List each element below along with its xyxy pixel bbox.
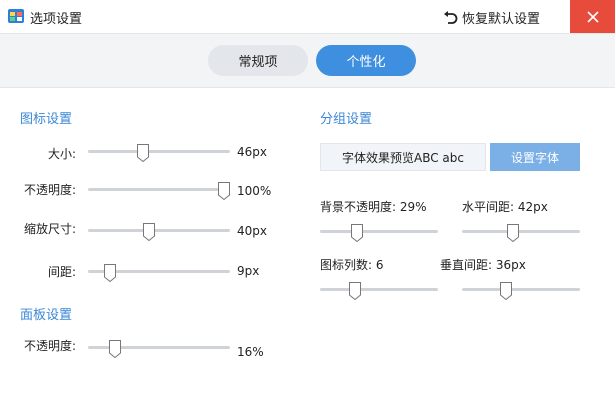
slider-thumb[interactable] (108, 340, 121, 358)
scale-label: 缩放尺寸: (24, 222, 77, 236)
slider-thumb[interactable] (218, 182, 230, 200)
font-preview: 字体效果预览ABC abc (320, 143, 486, 171)
title-bar: 选项设置 恢复默认设置 (0, 0, 615, 33)
opacity-slider[interactable] (88, 182, 230, 200)
restore-defaults-button[interactable]: 恢复默认设置 (443, 8, 540, 27)
slider-thumb[interactable] (137, 144, 150, 162)
slider-thumb[interactable] (506, 224, 519, 242)
spacing-value: 9px (237, 264, 260, 278)
close-button[interactable] (570, 0, 615, 33)
window-title: 选项设置 (30, 12, 83, 27)
v-spacing-label: 垂直间距: 36px (440, 258, 526, 272)
bg-opacity-label: 背景不透明度: 29% (320, 200, 427, 214)
tab-general[interactable]: 常规项 (208, 45, 308, 76)
tab-personalize[interactable]: 个性化 (316, 45, 416, 76)
panel-settings-title: 面板设置 (20, 308, 73, 323)
bg-opacity-slider[interactable] (320, 224, 438, 242)
tab-bar: 常规项 个性化 (0, 33, 615, 88)
spacing-slider[interactable] (88, 264, 230, 282)
h-spacing-slider[interactable] (462, 224, 580, 242)
panel-opacity-slider[interactable] (88, 340, 230, 358)
undo-icon (444, 10, 458, 24)
opacity-label: 不透明度: (24, 183, 77, 197)
icon-settings-title: 图标设置 (20, 112, 73, 127)
group-settings-title: 分组设置 (320, 112, 373, 127)
size-slider[interactable] (88, 144, 230, 162)
close-icon (586, 10, 599, 23)
panel-opacity-label: 不透明度: (24, 339, 77, 353)
size-label: 大小: (48, 147, 77, 161)
size-value: 46px (237, 145, 267, 159)
slider-thumb[interactable] (348, 282, 361, 300)
slider-thumb[interactable] (142, 223, 155, 241)
panel-opacity-value: 16% (237, 345, 264, 359)
spacing-label: 间距: (48, 265, 77, 279)
slider-thumb[interactable] (350, 224, 363, 242)
set-font-button[interactable]: 设置字体 (490, 143, 580, 171)
app-icon (8, 9, 24, 23)
scale-value: 40px (237, 224, 267, 238)
opacity-value: 100% (237, 184, 272, 198)
scale-slider[interactable] (88, 223, 230, 241)
restore-defaults-label: 恢复默认设置 (462, 12, 541, 27)
v-spacing-slider[interactable] (462, 282, 580, 300)
icon-cols-slider[interactable] (320, 282, 438, 300)
slider-thumb[interactable] (500, 282, 513, 300)
h-spacing-label: 水平间距: 42px (462, 200, 548, 214)
icon-cols-label: 图标列数: 6 (320, 258, 384, 272)
slider-thumb[interactable] (103, 264, 116, 282)
